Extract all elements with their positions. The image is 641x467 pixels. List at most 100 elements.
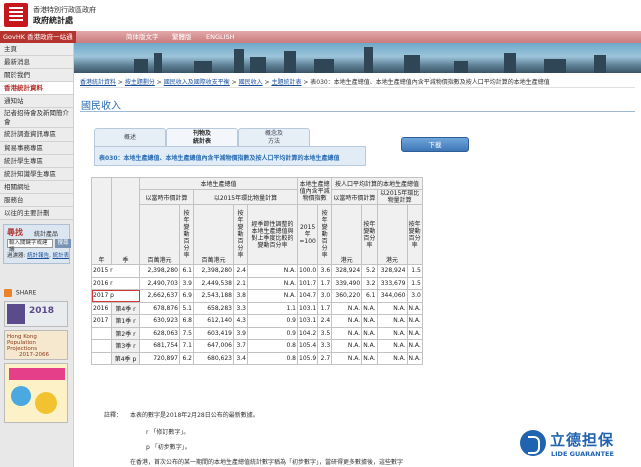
govhk-link[interactable]: GovHK 香港政府一站通 [0, 31, 76, 43]
sidebar-item-links[interactable]: 相關網址 [0, 180, 73, 194]
table-cell: N.A. [376, 301, 408, 315]
table-cell: 628,063 [139, 326, 180, 340]
tab-label: 刊物及 [192, 130, 211, 137]
table-cell: 3.2 [361, 276, 378, 290]
search-filter: 過濾器: 統計報告, 統計表 [7, 253, 70, 260]
table-cell: N.A. [406, 351, 423, 365]
table-cell: 5.1 [179, 301, 194, 315]
sidebar-item-hk-statistics[interactable]: 香港統計資料 [0, 82, 73, 96]
filter-link-tables[interactable]: 統計表 [53, 253, 70, 259]
search-title: 尋找 [7, 228, 23, 238]
table-cell: N.A. [247, 276, 298, 290]
sidebar-item-survey[interactable]: 統計調查資訊專區 [0, 128, 73, 142]
note-line: r 「修訂數字」。 [146, 429, 190, 436]
breadcrumb-item[interactable]: 主題統計表 [271, 79, 301, 86]
table-body: 2015 r 2,398,280 6.1 2,398,280 2.4 N.A. 100.0 3… [91, 264, 423, 365]
table-cell: N.A. [361, 314, 378, 328]
table-cell: 4.3 [233, 314, 248, 328]
table-cell: 101.7 [296, 276, 319, 290]
table-row: 第2季 r 628,063 7.5 603,419 3.9 0.9 104.2 3.5 N.A.… [91, 326, 423, 340]
table-cell: N.A. [331, 351, 363, 365]
row-year: 2016 [91, 301, 112, 315]
lang-simplified-link[interactable]: 简体版文字 [126, 31, 159, 43]
lang-traditional-link[interactable]: 繁體版 [172, 31, 192, 43]
breadcrumb-item[interactable]: 按主題劃分 [125, 79, 155, 86]
search-input[interactable]: 輸入關鍵字或建議 [7, 239, 53, 253]
table-cell: 720,897 [139, 351, 180, 365]
table-cell: 0.9 [247, 326, 298, 340]
breadcrumb-item[interactable]: 香港統計資料 [80, 79, 116, 86]
table-cell: 2.1 [233, 276, 248, 290]
org-name-line1: 香港特別行政區政府 [33, 6, 96, 14]
table-cell: 344,060 [376, 289, 408, 303]
lang-english-link[interactable]: ENGLISH [206, 31, 235, 43]
group-header-percap: 按人口平均計算的本地生產總值 [331, 177, 423, 190]
table-cell: 2.4 [317, 314, 333, 328]
sidebar-item-about[interactable]: 關於我們 [0, 69, 73, 83]
row-quarter: 第3季 r [111, 339, 140, 353]
promo-banner-1[interactable]: 2018 [4, 301, 68, 327]
top-nav-bar: GovHK 香港政府一站通 简体版文字 繁體版 ENGLISH [0, 31, 641, 43]
table-cell: N.A. [376, 351, 408, 365]
col-header-hkd: 港元 [376, 204, 408, 265]
table-cell: 2.7 [317, 351, 333, 365]
col-header-sa-qoq: 經季節性調整的本地生產總值與對上季度比較的變動百分率 [247, 204, 298, 265]
share-button[interactable]: SHARE [4, 289, 36, 297]
sidebar-item-notices[interactable]: 通知站 [0, 95, 73, 109]
table-cell: N.A. [376, 314, 408, 328]
table-row: 2016 第4季 r 678,876 5.1 658,283 3.3 1.1 103.1 1.7… [91, 301, 423, 315]
table-cell: 339,490 [331, 276, 363, 290]
skyline-banner [74, 43, 641, 73]
share-label: SHARE [15, 289, 37, 297]
search-button[interactable]: 搜尋 [55, 239, 71, 249]
table-cell: 7.5 [179, 326, 194, 340]
government-logo-icon[interactable] [4, 3, 28, 27]
table-cell: 7.1 [179, 339, 194, 353]
table-cell: 1.1 [247, 301, 298, 315]
promo-banner-3[interactable] [4, 363, 68, 423]
table-cell: 1.5 [406, 264, 423, 278]
table-cell: N.A. [331, 314, 363, 328]
table-cell: 0.8 [247, 339, 298, 353]
tab-concepts-methods[interactable]: 概念及 方法 [238, 128, 310, 146]
table-cell: 658,283 [193, 301, 234, 315]
table-cell: N.A. [331, 301, 363, 315]
breadcrumb-item[interactable]: 國民收入 [239, 79, 263, 86]
table-cell: 6.1 [361, 289, 378, 303]
sidebar-item-trade[interactable]: 貿易事務專區 [0, 141, 73, 155]
subheader-current-price: 以當時市價計算 [139, 189, 194, 205]
table-cell: 105.9 [296, 351, 319, 365]
sidebar-item-news[interactable]: 最新消息 [0, 56, 73, 70]
download-button[interactable]: 下載 [401, 137, 469, 152]
sidebar-item-knowledge[interactable]: 統計知識學生專區 [0, 167, 73, 181]
table-cell: 1.7 [317, 276, 333, 290]
col-header-hkd: 港元 [331, 204, 363, 265]
table-title-panel: 表030：本地生產總值、本地生產總值內含平減物價指數及按人口平均計算的本地生產總… [94, 146, 366, 166]
sidebar-item-home[interactable]: 主頁 [0, 43, 73, 57]
table-cell: 3.5 [317, 326, 333, 340]
table-cell: 2,398,280 [193, 264, 234, 278]
org-name-line2: 政府統計處 [33, 16, 73, 25]
note-line: 在香港，首次公布的某一期間的本地生產總值統計數字稱為「初步數字」，當研得更多數據… [130, 459, 404, 466]
group-header-gdp: 本地生產總值 [139, 177, 298, 190]
row-year [91, 326, 112, 340]
sidebar-item-past-projects[interactable]: 以往的主要計劃 [0, 207, 73, 221]
sidebar-item-students[interactable]: 統計學生專區 [0, 154, 73, 168]
breadcrumb-item[interactable]: 國民收入及國際收支平衡 [164, 79, 230, 86]
table-cell: N.A. [361, 301, 378, 315]
promo-banner-2[interactable]: Hong Kong Population Projections 2017-20… [4, 330, 68, 360]
row-year [91, 339, 112, 353]
tab-publications-tables[interactable]: 刊物及 統計表 [166, 128, 238, 146]
table-cell: 2,449,538 [193, 276, 234, 290]
tab-label: 統計表 [192, 138, 211, 145]
sidebar-item-press[interactable]: 記者招待會及新聞簡介會 [0, 108, 73, 129]
filter-link-reports[interactable]: 統計報告 [27, 253, 49, 259]
table-row: 2016 r 2,490,703 3.9 2,449,538 2.1 N.A. 101.7 1… [91, 276, 423, 290]
table-cell: 103.1 [296, 314, 319, 328]
table-cell: N.A. [406, 339, 423, 353]
table-cell: 2,398,280 [139, 264, 180, 278]
sidebar-item-service[interactable]: 服務台 [0, 193, 73, 208]
tab-overview[interactable]: 概述 [94, 128, 166, 146]
table-cell: N.A. [361, 351, 378, 365]
table-cell: 0.9 [247, 314, 298, 328]
